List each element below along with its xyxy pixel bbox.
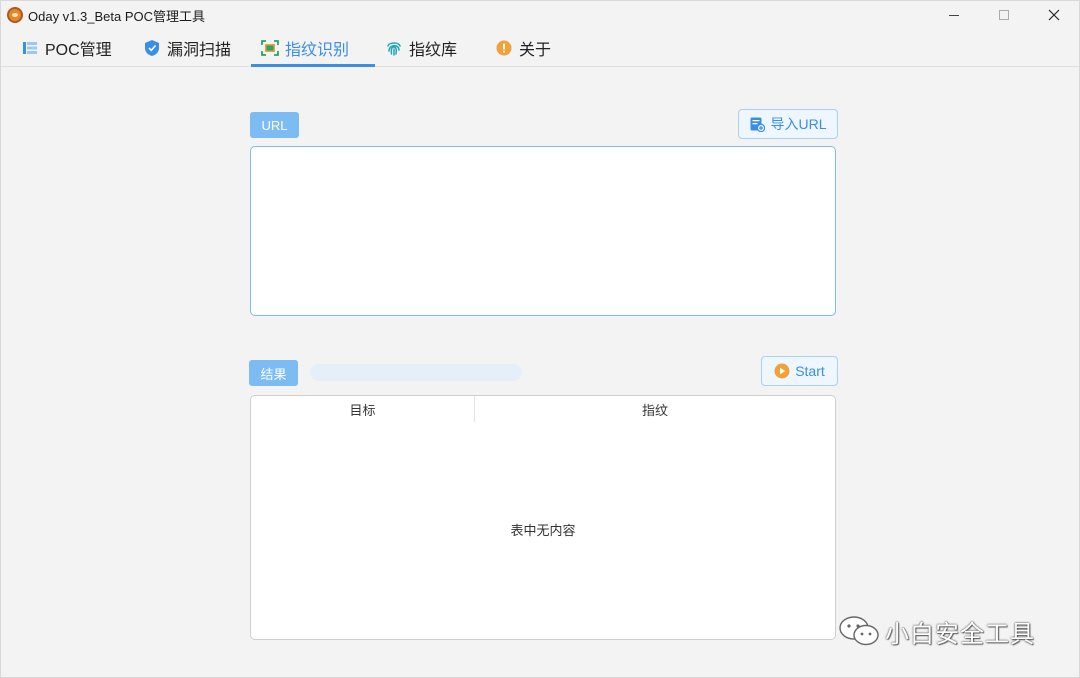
window-title: Oday v1.3_Beta POC管理工具 [28,8,206,24]
watermark: 小白安全工具 [837,613,1035,649]
column-header-target[interactable]: 目标 [251,396,475,422]
minimize-button[interactable] [929,1,979,29]
tab-label: 指纹识别 [285,41,350,59]
window-controls [929,1,1079,29]
tab-bar: POC管理 漏洞扫描 指纹识别 指纹库 关于 [1,29,1079,67]
play-icon [774,363,790,379]
maximize-button[interactable] [979,1,1029,29]
table-header: 目标 指纹 [251,396,835,422]
tab-about[interactable]: 关于 [485,29,575,66]
tab-label: 关于 [519,41,552,59]
title-bar: Oday v1.3_Beta POC管理工具 [1,1,1079,29]
close-button[interactable] [1029,1,1079,29]
shield-icon [143,39,161,57]
import-url-label: 导入URL [770,116,827,132]
tab-fingerprint-library[interactable]: 指纹库 [375,29,485,66]
result-label: 结果 [249,360,298,386]
scan-progress-bar [310,364,522,381]
import-icon [749,116,766,132]
tab-label: 指纹库 [409,41,458,59]
url-input[interactable] [250,146,836,316]
close-icon [1048,9,1060,21]
table-empty-message: 表中无内容 [510,523,576,538]
import-url-button[interactable]: 导入URL [738,109,838,139]
tab-vuln-scan[interactable]: 漏洞扫描 [133,29,251,66]
url-label: URL [250,112,299,138]
start-button[interactable]: Start [761,356,838,386]
tab-label: POC管理 [45,41,112,59]
column-header-fingerprint[interactable]: 指纹 [475,396,835,422]
watermark-text: 小白安全工具 [885,620,1035,648]
fingerprint-icon [385,39,403,57]
start-label: Start [795,363,825,379]
app-window: Oday v1.3_Beta POC管理工具 POC管理 漏洞扫描 指纹识别 指… [0,0,1080,678]
tab-fingerprint-recognition[interactable]: 指纹识别 [251,29,375,67]
app-logo-icon [7,7,23,23]
scan-icon [261,39,279,57]
result-table: 目标 指纹 表中无内容 [250,395,836,640]
info-icon [495,39,513,57]
minimize-icon [949,14,959,16]
tab-poc-management[interactable]: POC管理 [11,29,133,66]
wechat-icon [839,616,879,646]
maximize-icon [999,10,1009,20]
tab-label: 漏洞扫描 [167,41,232,59]
list-icon [21,39,39,57]
